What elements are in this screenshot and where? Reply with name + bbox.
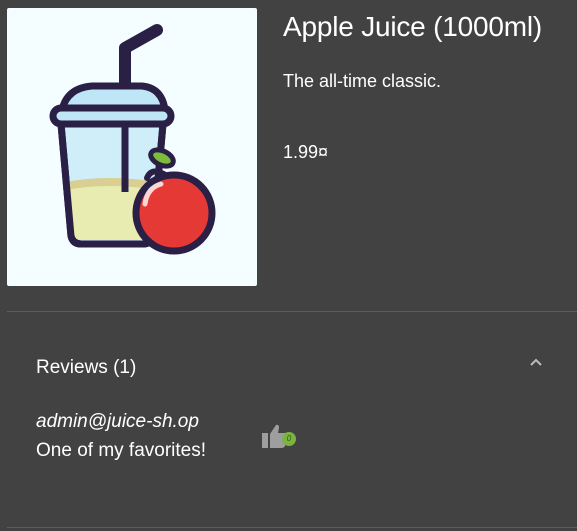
reviews-panel-header[interactable]: Reviews (1) [7,335,577,399]
product-title: Apple Juice (1000ml) [283,11,543,42]
chevron-up-icon[interactable] [528,354,544,370]
apple-juice-illustration [49,24,216,255]
section-divider-bottom [7,527,577,528]
review-author: admin@juice-sh.op [36,411,199,432]
product-image [7,8,257,286]
like-count-badge: 0 [282,432,296,446]
reviews-title: Reviews (1) [36,357,137,378]
product-price: 1.99¤ [283,142,329,162]
product-description: The all-time classic. [283,71,442,91]
like-review-button[interactable]: 0 [258,420,300,454]
section-divider [7,311,577,312]
review-message: One of my favorites! [36,440,207,461]
